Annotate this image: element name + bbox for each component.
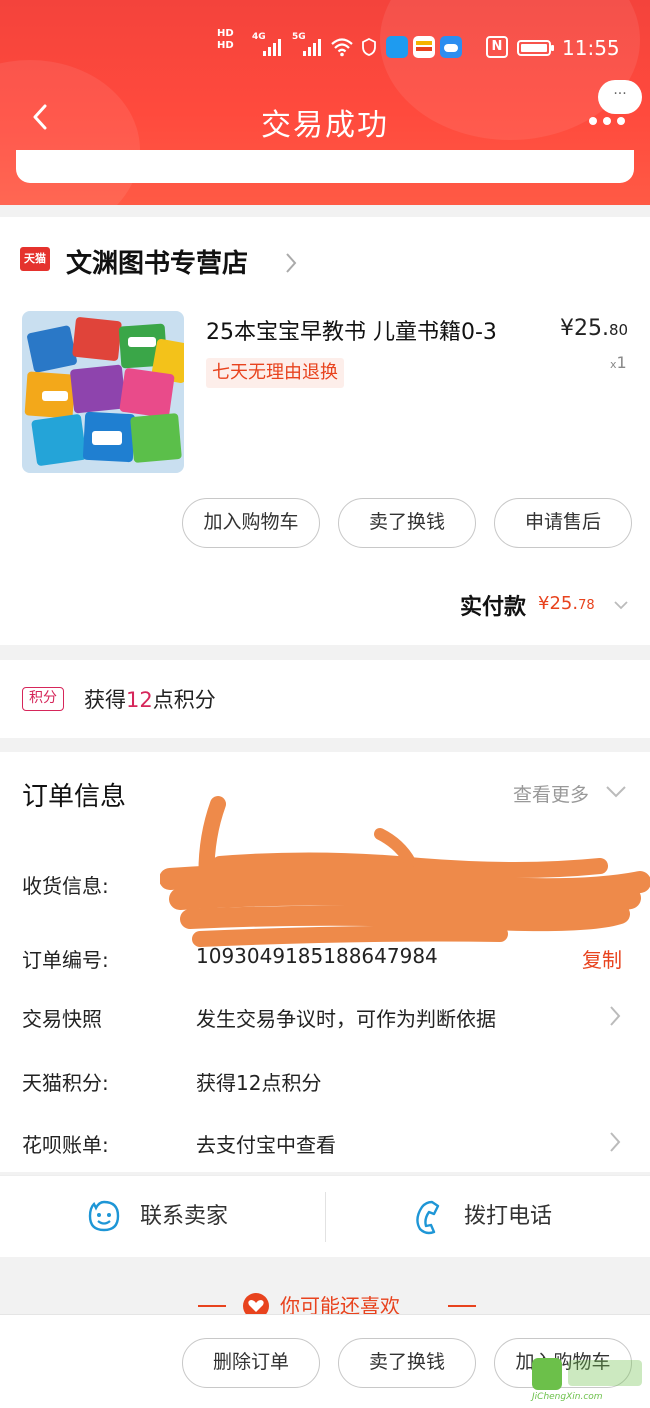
paid-amount: ¥25.78 [538,593,595,614]
contact-seller-label: 联系卖家 [140,1204,229,1229]
paid-label: 实付款 [460,595,527,620]
site-watermark: JiChengXin.com [532,1358,650,1408]
huabei-bill-value[interactable]: 去支付宝中查看 [196,1129,336,1158]
page-title: 交易成功 [261,108,389,143]
chat-face-icon [88,1200,120,1232]
watermark-text: JiChengXin.com [532,1392,603,1402]
header: HD HD 4G 5G N 11:55 交易成功 ··· [0,0,650,205]
after-sale-button[interactable]: 申请售后 [494,498,632,548]
clock: 11:55 [562,36,620,60]
product-title[interactable]: 25本宝宝早教书 儿童书籍0-3 [206,314,497,346]
shield-icon [362,38,376,56]
shipping-info-label: 收货信息: [22,874,109,898]
chevron-down-icon[interactable] [613,599,629,611]
return-policy-tag: 七天无理由退换 [206,358,344,388]
dot [589,117,597,125]
phone-icon [416,1200,440,1235]
chevron-right-icon[interactable] [609,1131,621,1153]
signal-icon [303,38,325,56]
order-number-value: 1093049185188647984 [196,944,438,968]
colorful-app-icon [413,36,435,58]
dot [617,117,625,125]
signal-icon [263,38,285,56]
wifi-icon [331,38,353,57]
delete-order-button[interactable]: 删除订单 [182,1338,320,1388]
chevron-right-icon[interactable] [609,1005,621,1027]
huabei-bill-label[interactable]: 花呗账单: [22,1129,109,1158]
recommend-line-right [448,1305,476,1307]
resell-button[interactable]: 卖了换钱 [338,498,476,548]
nfc-icon: N [486,36,508,58]
order-number-label: 订单编号: [22,948,109,972]
watermark-logo [532,1358,562,1390]
snapshot-label[interactable]: 交易快照 [22,1003,102,1032]
points-text: 获得12点积分 [84,688,216,712]
points-badge: 积分 [22,687,64,711]
recommend-line-left [198,1305,226,1307]
order-info-card: 订单信息 查看更多 收货信息: 订单编号: 109304918518864798… [0,752,650,1172]
status-bar: HD HD 4G 5G N 11:55 [0,28,650,68]
dot [603,117,611,125]
snapshot-value[interactable]: 发生交易争议时，可作为判断依据 [196,1003,496,1032]
recommend-section: 你可能还喜欢 [0,1258,650,1318]
watermark-mark [568,1360,642,1386]
hd-indicator: HD HD [217,28,234,51]
product-image[interactable] [22,311,184,473]
points-card: 积分 获得12点积分 [0,660,650,738]
product-quantity: x1 [610,353,627,372]
order-info-title: 订单信息 [22,782,127,812]
store-card: 天猫 文渊图书专营店 25本宝宝早教书 儿童书籍0-3 ¥25.80 x1 七天… [0,217,650,645]
tmall-points-label: 天猫积分: [22,1071,109,1095]
cloud-app-icon [440,36,462,58]
tmall-logo: 天猫 [20,247,50,271]
lightbulb-app-icon [386,36,408,58]
add-to-cart-button[interactable]: 加入购物车 [182,498,320,548]
call-phone-label: 拨打电话 [464,1204,553,1229]
store-name[interactable]: 文渊图书专营店 [66,243,248,280]
header-card-edge [16,150,634,183]
battery-icon [517,40,554,56]
product-price: ¥25.80 [560,316,629,341]
more-bubble[interactable]: ··· [598,80,642,114]
resell-bottom-button[interactable]: 卖了换钱 [338,1338,476,1388]
chevron-right-icon[interactable] [284,251,298,275]
copy-button[interactable]: 复制 [582,944,622,973]
divider [325,1192,326,1242]
contact-bar: 联系卖家 拨打电话 [0,1175,650,1257]
tmall-points-value: 获得12点积分 [196,1071,322,1095]
